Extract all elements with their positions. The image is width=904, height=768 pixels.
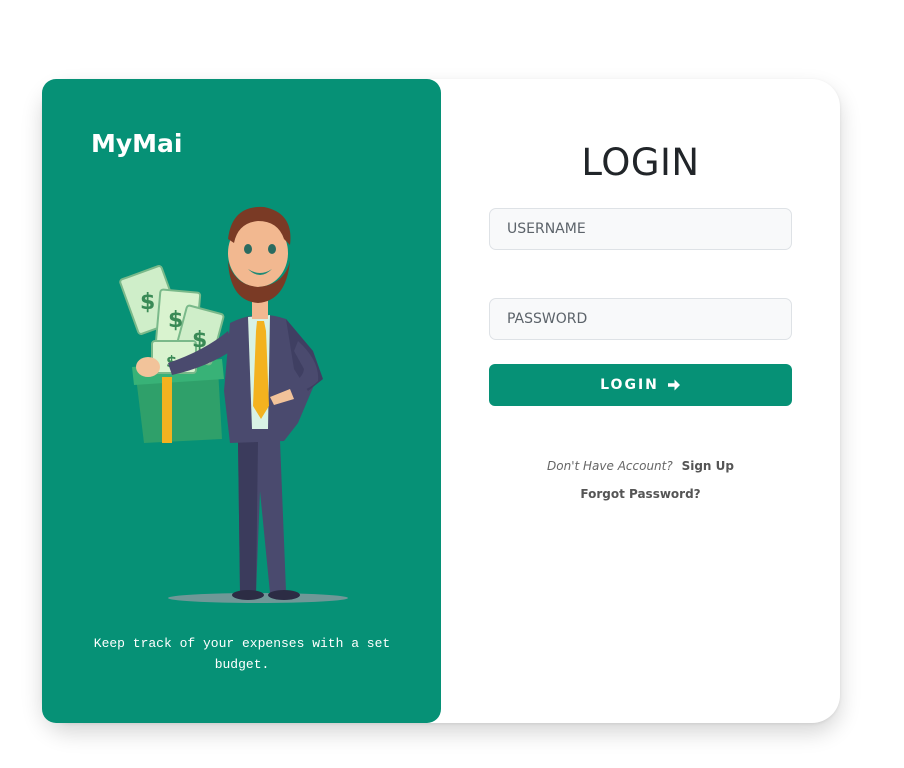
login-title: LOGIN [581, 141, 700, 184]
signup-prompt-line: Don't Have Account? Sign Up [441, 459, 840, 473]
login-button-label: LOGIN [600, 377, 659, 393]
username-input[interactable] [489, 208, 792, 250]
brand-tagline: Keep track of your expenses with a set b… [93, 636, 391, 672]
password-input[interactable] [489, 298, 792, 340]
arrow-right-icon [667, 378, 681, 392]
svg-text:$: $ [140, 290, 155, 315]
svg-text:$: $ [168, 308, 183, 333]
signup-link[interactable]: Sign Up [682, 459, 734, 473]
login-card: MyMai $ $ $ $ Keep track of your expense… [42, 79, 840, 723]
businessman-illustration: $ $ $ $ [119, 206, 348, 603]
login-button[interactable]: LOGIN [489, 364, 792, 406]
forgot-password-link[interactable]: Forgot Password? [441, 487, 840, 501]
brand-name: MyMai [91, 129, 183, 158]
login-panel: LOGIN LOGIN Don't Have Account? Sign Up … [441, 79, 840, 723]
brand-panel: MyMai $ $ $ $ Keep track of your expense… [42, 79, 441, 723]
signup-question: Don't Have Account? [547, 459, 673, 473]
